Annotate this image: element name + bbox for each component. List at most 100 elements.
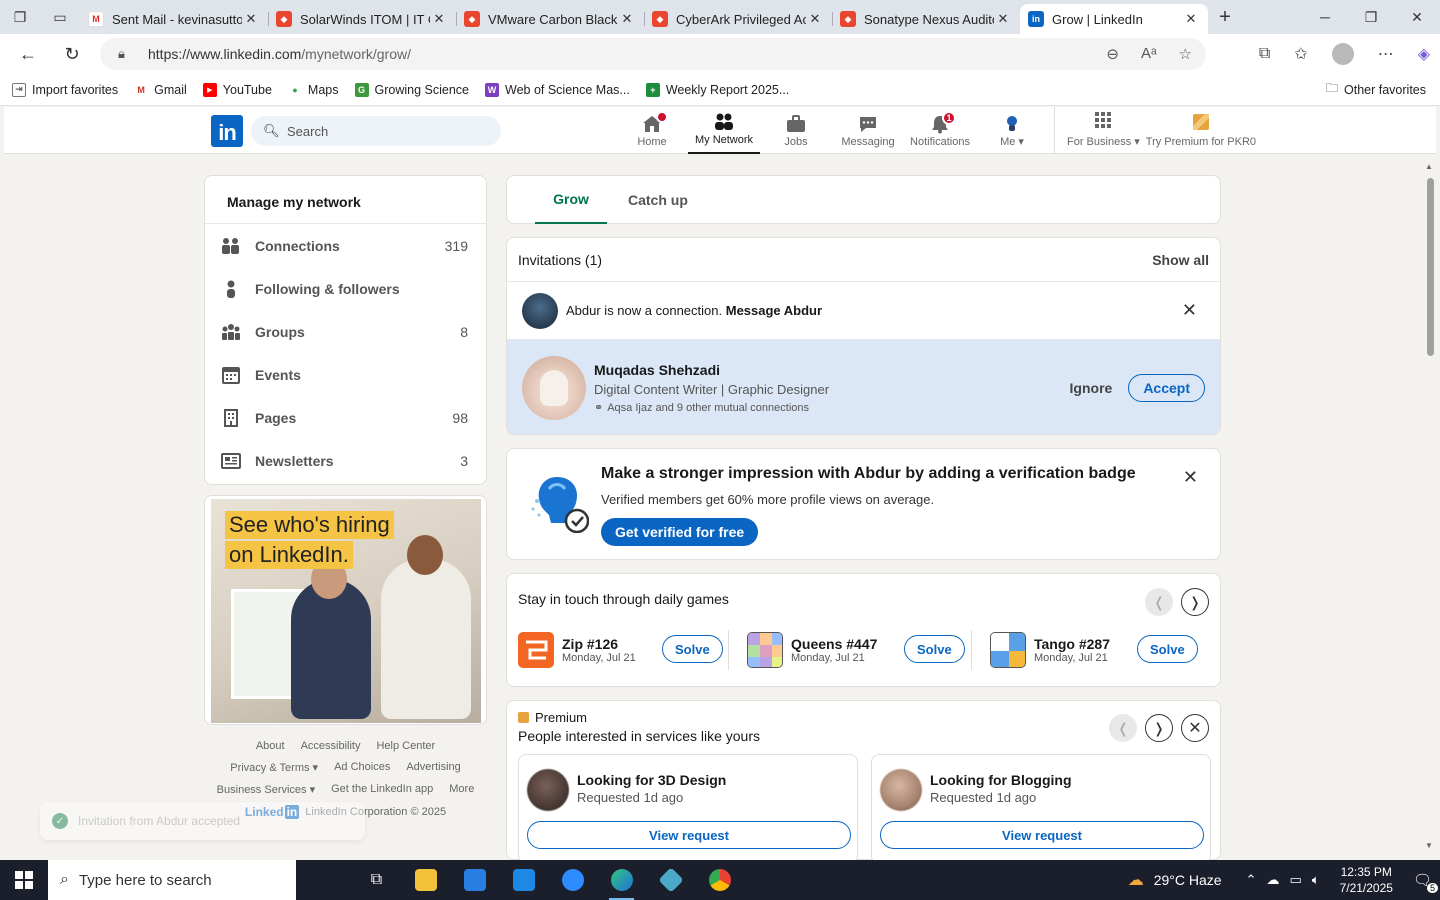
restore-icon[interactable]: ❐ <box>1348 9 1394 26</box>
extensions-icon[interactable]: ⧉ <box>1259 45 1270 63</box>
request-title[interactable]: Looking for 3D Design <box>577 772 726 788</box>
tab-grow[interactable]: Grow <box>535 176 607 224</box>
close-icon[interactable]: ✕ <box>1183 467 1198 488</box>
favorite-star-icon[interactable]: ☆ <box>1179 45 1192 63</box>
game-tango[interactable]: Tango #287 Monday, Jul 21 Solve <box>990 632 1198 668</box>
favorite-gmail[interactable]: M Gmail <box>134 82 187 97</box>
task-view-icon[interactable]: ⧉ <box>352 860 401 900</box>
volume-icon[interactable]: 🔈︎ <box>1312 872 1320 888</box>
tab-catch-up[interactable]: Catch up <box>628 176 688 224</box>
clock[interactable]: 12:35 PM 7/21/2025 <box>1340 864 1393 896</box>
solve-button[interactable]: Solve <box>1137 635 1198 663</box>
lock-icon[interactable]: 🔒︎ <box>118 46 125 62</box>
footer-link[interactable]: About <box>256 740 285 752</box>
mail-icon[interactable] <box>499 860 548 900</box>
avatar[interactable] <box>880 769 922 811</box>
page-scrollbar[interactable]: ▲ ▼ <box>1424 160 1436 852</box>
scrollbar-thumb[interactable] <box>1427 178 1434 356</box>
network-icon[interactable]: ▭ <box>1289 872 1301 888</box>
other-favorites[interactable]: 🗀 Other favorites <box>1326 79 1427 100</box>
favorite-maps[interactable]: ● Maps <box>287 82 339 97</box>
favorite-growing-science[interactable]: G Growing Science <box>354 82 469 97</box>
scroll-down-icon[interactable]: ▼ <box>1425 841 1433 850</box>
request-title[interactable]: Looking for Blogging <box>930 772 1072 788</box>
weather-icon[interactable]: ☁ <box>1128 870 1144 890</box>
favorite-web-of-science[interactable]: W Web of Science Mas... <box>485 82 630 97</box>
favorite-weekly-report[interactable]: + Weekly Report 2025... <box>645 82 789 97</box>
footer-link[interactable]: Business Services ▾ <box>217 783 315 796</box>
view-request-button[interactable]: View request <box>880 821 1204 849</box>
zoom-icon[interactable]: ⊖ <box>1106 45 1119 63</box>
close-window-icon[interactable]: ✕ <box>1394 9 1440 26</box>
browser-tab[interactable]: ◆ CyberArk Privileged Acc ✕ <box>644 4 832 34</box>
minimize-icon[interactable]: ─ <box>1302 9 1348 26</box>
nav-home[interactable]: Home <box>616 107 688 154</box>
workspaces-icon[interactable]: ❐ <box>0 0 40 34</box>
close-tab-icon[interactable]: ✕ <box>994 11 1012 27</box>
browser-tab[interactable]: ◆ VMware Carbon Black E ✕ <box>456 4 644 34</box>
linkedin-logo[interactable]: in <box>211 115 243 147</box>
onedrive-icon[interactable]: ☁ <box>1266 872 1279 888</box>
nav-jobs[interactable]: Jobs <box>760 107 832 154</box>
windows-start-icon[interactable] <box>0 860 48 900</box>
mutual-connections[interactable]: ⚭ Aqsa Ijaz and 9 other mutual connection… <box>594 401 829 415</box>
footer-link[interactable]: Advertising <box>406 761 460 774</box>
avatar[interactable] <box>522 356 586 420</box>
scroll-up-icon[interactable]: ▲ <box>1425 162 1433 171</box>
new-tab-button[interactable]: + <box>1208 6 1242 29</box>
nav-for-business[interactable]: For Business ▾ <box>1061 107 1146 154</box>
view-request-button[interactable]: View request <box>527 821 851 849</box>
manage-item-events[interactable]: Events <box>205 353 486 396</box>
read-aloud-icon[interactable]: Aᵃ <box>1141 45 1157 63</box>
chevron-up-icon[interactable]: ⌃ <box>1246 872 1257 888</box>
solve-button[interactable]: Solve <box>904 635 965 663</box>
footer-link[interactable]: Privacy & Terms ▾ <box>230 761 318 774</box>
avatar[interactable] <box>527 769 569 811</box>
favorite-youtube[interactable]: ▶ YouTube <box>202 82 272 97</box>
toast-notification[interactable]: ✓ Invitation from Abdur accepted <box>40 802 365 840</box>
close-tab-icon[interactable]: ✕ <box>806 11 824 27</box>
footer-link[interactable]: Get the LinkedIn app <box>331 783 433 796</box>
avatar[interactable] <box>522 292 558 329</box>
file-explorer-icon[interactable] <box>401 860 450 900</box>
close-tab-icon[interactable]: ✕ <box>430 11 448 27</box>
game-zip[interactable]: Zip #126 Monday, Jul 21 Solve <box>518 632 723 668</box>
footer-link[interactable]: Ad Choices <box>334 761 390 774</box>
nav-me[interactable]: Me ▾ <box>976 107 1048 154</box>
nav-try-premium[interactable]: Try Premium for PKR0 <box>1146 107 1262 154</box>
nav-notifications[interactable]: 1 Notifications <box>904 107 976 154</box>
invitee-name[interactable]: Muqadas Shehzadi <box>594 362 829 378</box>
message-abdur-link[interactable]: Message Abdur <box>726 303 822 318</box>
copilot-icon[interactable]: ◈ <box>1418 44 1430 64</box>
footer-link[interactable]: More <box>449 783 474 796</box>
browser-tab[interactable]: M Sent Mail - kevinasuttor ✕ <box>80 4 268 34</box>
search-input[interactable]: 🔍︎ Search <box>251 116 501 146</box>
chevron-right-icon[interactable]: ❭ <box>1181 588 1209 616</box>
game-queens[interactable]: Queens #447 Monday, Jul 21 Solve <box>747 632 965 668</box>
chevron-left-icon[interactable]: ❬ <box>1145 588 1173 616</box>
favorite-import[interactable]: ⇥ Import favorites <box>12 82 118 97</box>
edge-browser-icon[interactable] <box>597 860 646 900</box>
ignore-button[interactable]: Ignore <box>1070 380 1113 396</box>
dismiss-icon[interactable]: ✕ <box>1182 300 1197 321</box>
tab-actions-icon[interactable]: ▭ <box>40 0 80 34</box>
chevron-left-icon[interactable]: ❬ <box>1109 714 1137 742</box>
close-tab-icon[interactable]: ✕ <box>1182 11 1200 27</box>
get-verified-button[interactable]: Get verified for free <box>601 518 759 546</box>
taskbar-search-input[interactable]: ⌕ Type here to search <box>48 860 296 900</box>
close-tab-icon[interactable]: ✕ <box>242 11 260 27</box>
notification-center-icon[interactable]: 🗨︎ 5 <box>1413 871 1438 893</box>
browser-tab[interactable]: ◆ Sonatype Nexus Audito ✕ <box>832 4 1020 34</box>
vpn-app-icon[interactable] <box>646 860 695 900</box>
chrome-browser-icon[interactable] <box>695 860 744 900</box>
refresh-icon[interactable]: ↻ <box>50 44 94 65</box>
back-icon[interactable]: ← <box>6 44 50 65</box>
profile-avatar[interactable] <box>1331 43 1354 65</box>
hiring-ad[interactable]: See who's hiring on LinkedIn. <box>204 495 487 725</box>
manage-item-groups[interactable]: Groups 8 <box>205 310 486 353</box>
footer-link[interactable]: Accessibility <box>301 740 361 752</box>
close-icon[interactable]: ✕ <box>1181 714 1209 742</box>
manage-item-newsletters[interactable]: Newsletters 3 <box>205 439 486 482</box>
url-field[interactable]: 🔒︎ https://www.linkedin.com/mynetwork/gr… <box>100 38 1206 70</box>
manage-item-connections[interactable]: Connections 319 <box>205 224 486 267</box>
